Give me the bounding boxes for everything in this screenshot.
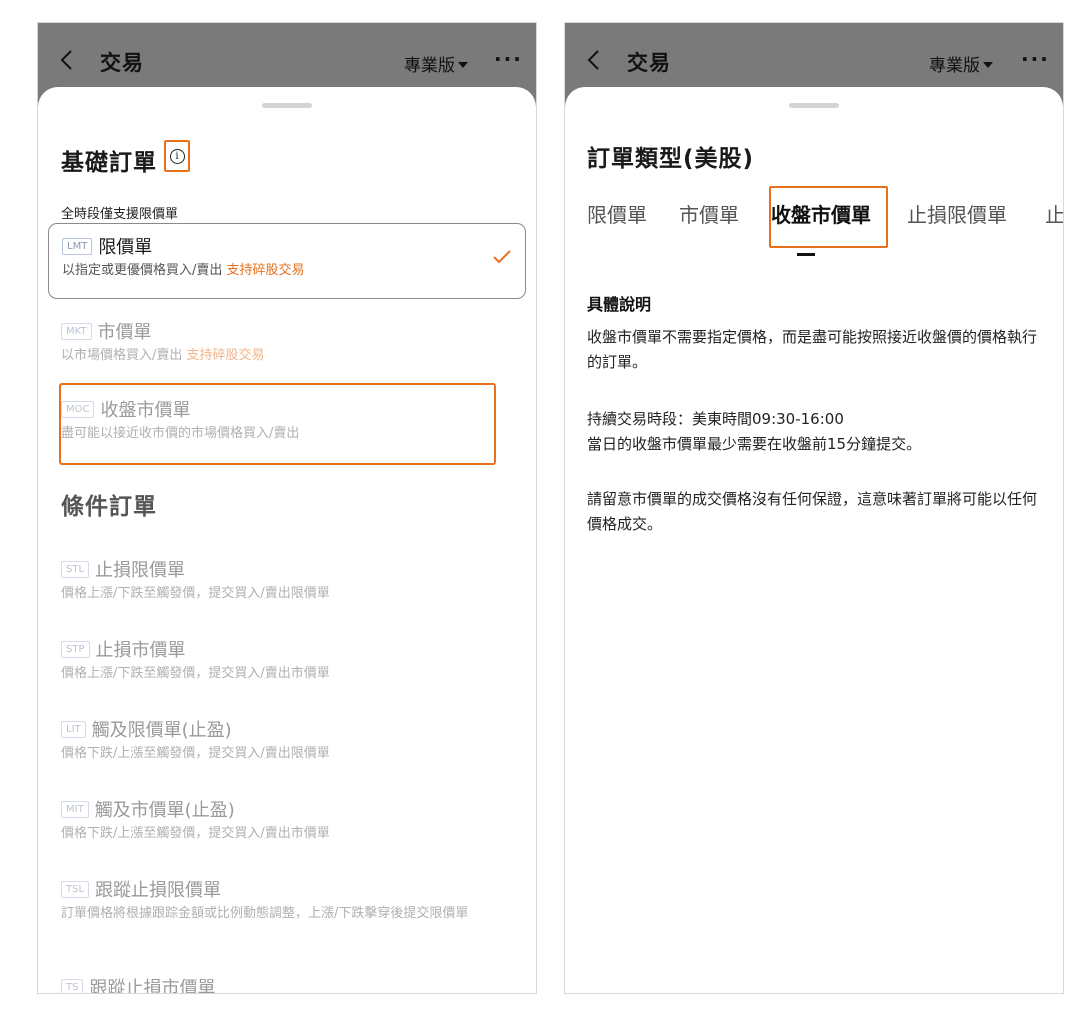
order-desc: 價格上漲/下跌至觸發價，提交買入/賣出限價單 (61, 586, 330, 601)
order-option-mit[interactable]: MIT 觸及市價單(止盈) 價格下跌/上漲至觸發價，提交買入/賣出市價單 (48, 797, 526, 843)
tab-market-order[interactable]: 市價單 (679, 199, 739, 228)
more-icon[interactable]: ··· (494, 47, 523, 71)
order-name: 市價單 (97, 322, 152, 343)
order-name: 止損市價單 (95, 640, 186, 661)
bottom-sheet: 基礎訂單 i 全時段僅支援限價單 LMT 限價單 以指定或更優價格買入/賣出 支… (38, 87, 536, 994)
order-desc: 價格下跌/上漲至觸發價，提交買入/賣出市價單 (61, 826, 330, 841)
order-tag: LIT (61, 720, 86, 738)
order-option-stp[interactable]: STP 止損市價單 價格上漲/下跌至觸發價，提交買入/賣出市價單 (48, 637, 526, 683)
order-name: 限價單 (98, 237, 153, 258)
page-title: 交易 (100, 51, 144, 75)
back-icon[interactable] (52, 45, 82, 75)
order-desc: 價格上漲/下跌至觸發價，提交買入/賣出市價單 (61, 666, 330, 681)
detail-heading: 具體說明 (587, 295, 652, 314)
order-desc: 以指定或更優價格買入/賣出 支持碎股交易 (62, 262, 482, 280)
order-types-title: 訂單類型(美股) (587, 146, 755, 172)
order-desc: 以市場價格買入/賣出 支持碎股交易 (61, 347, 481, 365)
section-title-conditional: 條件訂單 (61, 494, 157, 520)
order-type-detail-screen: 交易 專業版 ··· 訂單類型(美股) 限價單 市價單 收盤市價單 止損限價單 … (564, 22, 1064, 994)
order-tag: MOC (61, 400, 95, 418)
order-tag: MKT (61, 322, 92, 340)
order-tag: MIT (61, 800, 89, 818)
edition-dropdown[interactable]: 專業版 (404, 51, 468, 76)
more-icon[interactable]: ··· (1021, 47, 1050, 71)
tab-limit-order[interactable]: 限價單 (587, 199, 647, 228)
fractional-link[interactable]: 支持碎股交易 (227, 263, 305, 278)
tab-overflow-partial[interactable]: 止 (1045, 199, 1063, 228)
back-icon[interactable] (579, 45, 609, 75)
order-name: 收盤市價單 (100, 400, 191, 421)
highlight-box-active-tab (769, 186, 888, 248)
order-desc: 盡可能以接近收市價的市場價格買入/賣出 (61, 426, 300, 441)
check-icon (493, 250, 511, 264)
order-type-picker-screen: 交易 專業版 ··· 基礎訂單 i 全時段僅支援限價單 LMT 限價單 以指定或… (37, 22, 537, 994)
caret-down-icon (458, 61, 468, 68)
order-desc-text: 以指定或更優價格買入/賣出 (62, 263, 223, 278)
order-name: 止損限價單 (95, 560, 186, 581)
fractional-link[interactable]: 支持碎股交易 (187, 348, 265, 363)
caret-down-icon (983, 61, 993, 68)
order-name: 跟蹤止損市價單 (89, 978, 216, 994)
info-icon-glyph: i (169, 148, 185, 164)
order-option-mkt[interactable]: MKT 市價單 以市場價格買入/賣出 支持碎股交易 (48, 319, 526, 365)
detail-paragraph: 收盤市價單不需要指定價格，而是盡可能按照接近收盤價的價格執行的訂單。 (587, 328, 1038, 371)
sheet-drag-handle[interactable] (789, 103, 839, 108)
edition-dropdown[interactable]: 專業版 (929, 51, 993, 76)
order-tag: LMT (62, 237, 93, 255)
order-name: 觸及限價單(止盈) (91, 720, 232, 741)
order-desc: 價格下跌/上漲至觸發價，提交買入/賣出限價單 (61, 746, 330, 761)
info-icon[interactable]: i (164, 140, 190, 172)
active-tab-indicator (797, 253, 815, 256)
detail-paragraph: 請留意市價單的成交價格沒有任何保證，這意味著訂單將可能以任何價格成交。 (587, 490, 1038, 533)
order-option-ts[interactable]: TS 跟蹤止損市價單 (48, 975, 526, 994)
section-title-basic: 基礎訂單 (61, 150, 157, 176)
order-name: 跟蹤止損限價單 (95, 880, 222, 901)
order-option-moc[interactable]: MOC 收盤市價單 盡可能以接近收市價的市場價格買入/賣出 (48, 397, 526, 443)
order-tag: TS (61, 978, 84, 993)
order-name: 觸及市價單(止盈) (94, 800, 235, 821)
bottom-sheet: 訂單類型(美股) 限價單 市價單 收盤市價單 止損限價單 止 具體說明 收盤市價… (565, 87, 1063, 993)
order-option-lit[interactable]: LIT 觸及限價單(止盈) 價格下跌/上漲至觸發價，提交買入/賣出限價單 (48, 717, 526, 763)
order-option-lmt[interactable]: LMT 限價單 以指定或更優價格買入/賣出 支持碎股交易 (48, 223, 526, 299)
tab-stop-limit[interactable]: 止損限價單 (907, 199, 1007, 228)
page-title: 交易 (627, 51, 671, 75)
order-tag: STP (61, 640, 90, 658)
all-session-note: 全時段僅支援限價單 (61, 207, 179, 222)
order-tag: TSL (61, 880, 90, 898)
order-desc-text: 以市場價格買入/賣出 (61, 348, 183, 363)
order-tag: STL (61, 560, 90, 578)
edition-label: 專業版 (404, 56, 455, 76)
edition-label: 專業版 (929, 56, 980, 76)
order-desc: 訂單價格將根據跟踪金額或比例動態調整，上漲/下跌擊穿後提交限價單 (61, 906, 469, 921)
detail-paragraph: 持續交易時段：美東時間09:30-16:00 當日的收盤市價單最少需要在收盤前1… (587, 410, 922, 453)
order-option-tsl[interactable]: TSL 跟蹤止損限價單 訂單價格將根據跟踪金額或比例動態調整，上漲/下跌擊穿後提… (48, 877, 526, 923)
order-option-stl[interactable]: STL 止損限價單 價格上漲/下跌至觸發價，提交買入/賣出限價單 (48, 557, 526, 603)
sheet-drag-handle[interactable] (262, 103, 312, 108)
